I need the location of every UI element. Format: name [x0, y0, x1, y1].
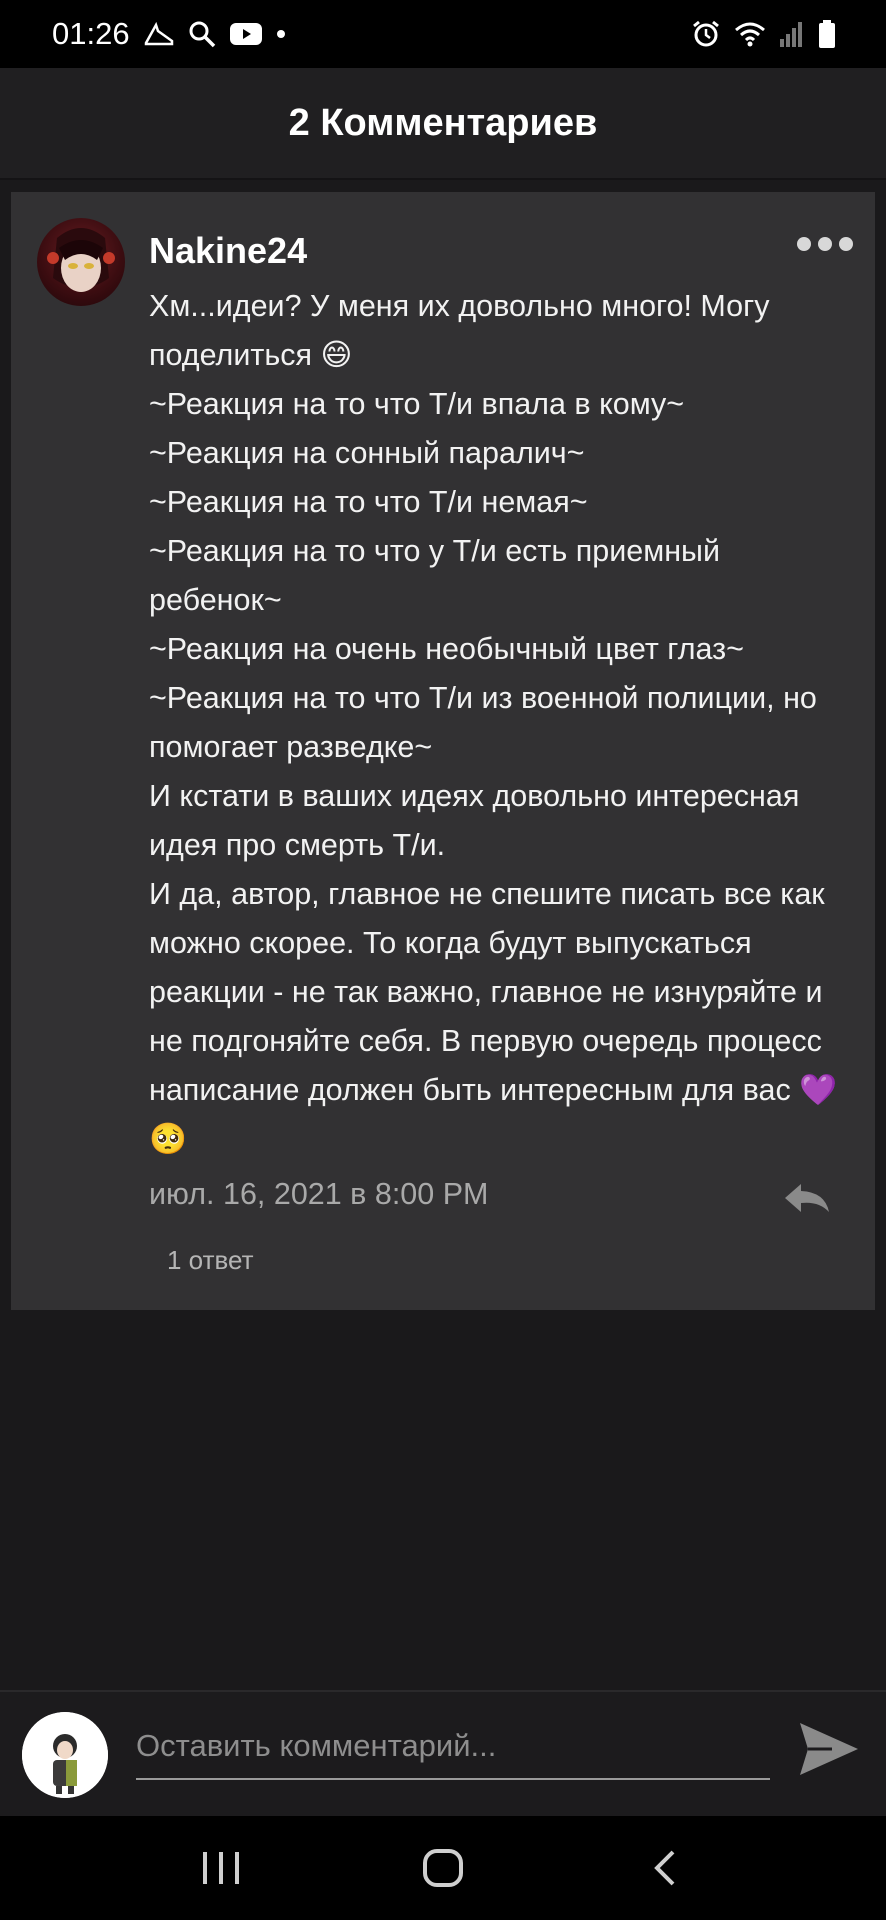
more-dot-icon [839, 237, 853, 251]
battery-icon [818, 20, 836, 48]
reply-icon[interactable] [781, 1180, 831, 1216]
more-dot-icon [818, 237, 832, 251]
dot-icon [276, 29, 286, 39]
alarm-icon [692, 20, 720, 48]
user-avatar[interactable] [22, 1712, 108, 1798]
more-dot-icon [797, 237, 811, 251]
home-button[interactable] [403, 1838, 483, 1898]
send-icon [800, 1723, 858, 1775]
signal-icon [780, 21, 804, 47]
comment-input[interactable] [136, 1714, 770, 1780]
replies-link[interactable]: 1 ответ [167, 1245, 254, 1276]
comment-body: Хм...идеи? У меня их довольно много! Мог… [149, 289, 838, 1156]
page-title: 2 Комментариев [288, 101, 598, 144]
home-icon [423, 1849, 463, 1887]
system-nav-bar [0, 1816, 886, 1920]
back-button[interactable] [625, 1838, 705, 1898]
recent-apps-icon [203, 1852, 239, 1884]
comments-header: 2 Комментариев [0, 68, 886, 180]
comment-author[interactable]: Nakine24 [149, 230, 307, 272]
wifi-icon [734, 21, 766, 47]
avatar[interactable] [37, 218, 125, 306]
youtube-icon [229, 22, 262, 46]
send-button[interactable] [798, 1718, 860, 1780]
recent-apps-button[interactable] [181, 1838, 261, 1898]
back-icon [654, 1850, 675, 1886]
comment-composer [0, 1690, 886, 1816]
more-options-button[interactable] [797, 232, 853, 256]
comment-card: Nakine24 Хм...идеи? У меня их довольно м… [11, 192, 875, 1310]
status-time: 01:26 [52, 16, 130, 51]
status-bar: 01:26 [0, 0, 886, 68]
sneaker-icon [144, 21, 174, 47]
comment-timestamp: июл. 16, 2021 в 8:00 PM [149, 1177, 489, 1211]
search-icon [188, 20, 216, 48]
